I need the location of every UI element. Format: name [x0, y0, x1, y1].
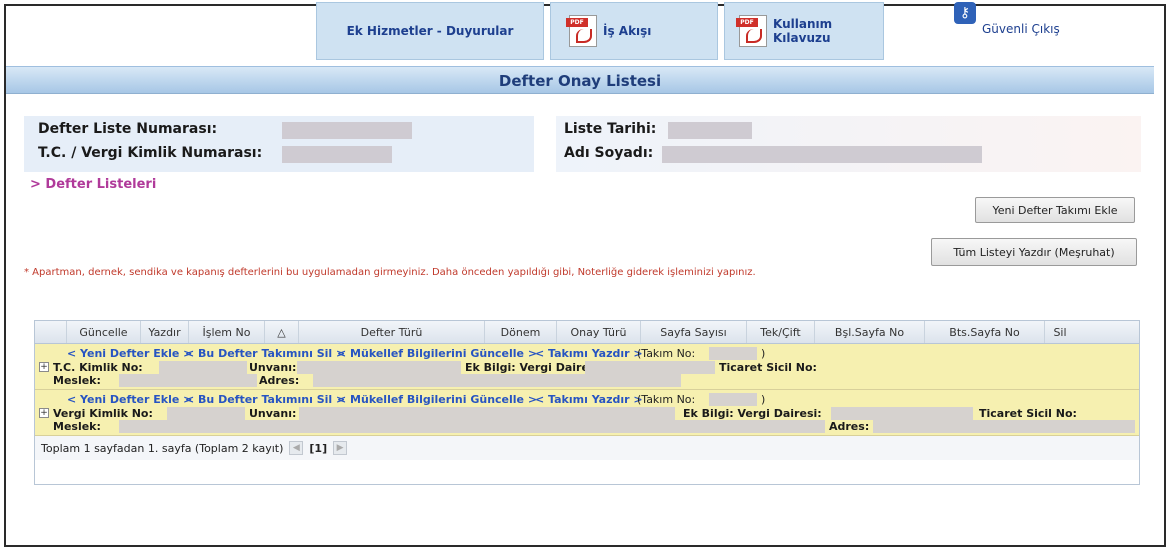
- pdf-icon: PDF: [736, 15, 767, 47]
- mukellef-guncelle-link[interactable]: < Mükellef Bilgilerini Güncelle >: [337, 347, 537, 360]
- grid-group-row: < Yeni Defter Ekle > < Bu Defter Takımın…: [35, 344, 1139, 390]
- meslek-redacted: [119, 374, 257, 387]
- meslek-redacted: [119, 420, 825, 433]
- col-donem[interactable]: Dönem: [485, 321, 557, 343]
- logout-link[interactable]: ⚷ Güvenli Çıkış: [954, 2, 1060, 36]
- tc-kimlik-label: T.C. Kimlik No:: [53, 361, 143, 374]
- tc-label: T.C. / Vergi Kimlik Numarası:: [38, 145, 263, 161]
- ticaret-sicil-label: Ticaret Sicil No:: [979, 407, 1077, 420]
- grid-expand-col: [35, 321, 67, 343]
- yeni-defter-ekle-link[interactable]: < Yeni Defter Ekle >: [67, 393, 192, 406]
- col-defter-turu[interactable]: Defter Türü: [299, 321, 485, 343]
- unvan-redacted: [297, 361, 461, 374]
- defter-grid: Güncelle Yazdır İşlem No △ Defter Türü D…: [34, 320, 1140, 485]
- pdf-icon: PDF: [566, 15, 597, 47]
- col-islem-no[interactable]: İşlem No: [189, 321, 265, 343]
- unvan-label: Unvanı:: [249, 361, 297, 374]
- defter-listeleri-link[interactable]: > Defter Listeleri: [30, 177, 156, 192]
- info-panel-right: Liste Tarihi: Adı Soyadı:: [556, 116, 1141, 172]
- warning-text: * Apartman, dernek, sendika ve kapanış d…: [24, 267, 756, 278]
- takim-no-close: ): [761, 393, 766, 406]
- next-page-icon[interactable]: ▶: [333, 441, 348, 455]
- adres-label: Adres:: [829, 420, 870, 433]
- unvan-redacted: [299, 407, 675, 420]
- ek-bilgi-label: Ek Bilgi: Vergi Dairesi:: [465, 361, 604, 374]
- logout-label: Güvenli Çıkış: [982, 22, 1060, 36]
- liste-tarihi-label: Liste Tarihi:: [564, 121, 657, 137]
- liste-no-value-redacted: [282, 122, 412, 139]
- takim-yazdir-link[interactable]: < Takımı Yazdır >: [535, 393, 643, 406]
- col-yazdir[interactable]: Yazdır: [141, 321, 189, 343]
- col-tek-cift[interactable]: Tek/Çift: [747, 321, 815, 343]
- adi-soyadi-label: Adı Soyadı:: [564, 145, 654, 161]
- nav-kullanim-kilavuzu[interactable]: PDF Kullanım Kılavuzu: [724, 2, 884, 60]
- col-guncelle[interactable]: Güncelle: [67, 321, 141, 343]
- grid-group-row: < Yeni Defter Ekle > < Bu Defter Takımın…: [35, 390, 1139, 436]
- nav-ek-hizmetler-label: Ek Hizmetler - Duyurular: [346, 24, 514, 38]
- takim-yazdir-link[interactable]: < Takımı Yazdır >: [535, 347, 643, 360]
- pager-summary: Toplam 1 sayfadan 1. sayfa (Toplam 2 kay…: [41, 441, 284, 455]
- adi-soyadi-value-redacted: [662, 146, 982, 163]
- col-onay-turu[interactable]: Onay Türü: [557, 321, 641, 343]
- info-panel-left: Defter Liste Numarası: T.C. / Vergi Kiml…: [24, 116, 534, 172]
- takim-no-close: ): [761, 347, 766, 360]
- adres-redacted: [873, 420, 1135, 433]
- col-sil[interactable]: Sil: [1045, 321, 1075, 343]
- takim-no-redacted: [709, 393, 757, 406]
- col-sayfa-sayisi[interactable]: Sayfa Sayısı: [641, 321, 747, 343]
- sort-asc-icon[interactable]: △: [265, 321, 299, 343]
- yeni-defter-ekle-link[interactable]: < Yeni Defter Ekle >: [67, 347, 192, 360]
- col-bsl-sayfa-no[interactable]: Bşl.Sayfa No: [815, 321, 925, 343]
- meslek-label: Meslek:: [53, 420, 101, 433]
- takim-no-redacted: [709, 347, 757, 360]
- nav-ek-hizmetler[interactable]: Ek Hizmetler - Duyurular: [316, 2, 544, 60]
- ek-bilgi-label: Ek Bilgi: Vergi Dairesi:: [683, 407, 822, 420]
- mukellef-guncelle-link[interactable]: < Mükellef Bilgilerini Güncelle >: [337, 393, 537, 406]
- nav-is-akisi[interactable]: PDF İş Akışı: [550, 2, 718, 60]
- print-all-button[interactable]: Tüm Listeyi Yazdır (Meşruhat): [931, 238, 1137, 266]
- vergi-dairesi-redacted: [585, 361, 715, 374]
- tc-value-redacted: [282, 146, 392, 163]
- liste-no-label: Defter Liste Numarası:: [38, 121, 218, 137]
- expand-icon[interactable]: +: [39, 408, 49, 418]
- nav-kullanim-label: Kullanım Kılavuzu: [773, 17, 833, 45]
- key-icon: ⚷: [954, 2, 976, 24]
- expand-icon[interactable]: +: [39, 362, 49, 372]
- prev-page-icon[interactable]: ◀: [289, 441, 304, 455]
- add-book-set-button[interactable]: Yeni Defter Takımı Ekle: [975, 197, 1135, 223]
- takim-sil-link[interactable]: < Bu Defter Takımını Sil >: [185, 393, 345, 406]
- adres-redacted: [313, 374, 681, 387]
- takim-no-label: (Takım No:: [637, 347, 696, 360]
- takim-sil-link[interactable]: < Bu Defter Takımını Sil >: [185, 347, 345, 360]
- unvan-label: Unvanı:: [249, 407, 297, 420]
- adres-label: Adres:: [259, 374, 300, 387]
- vergi-kimlik-label: Vergi Kimlik No:: [53, 407, 153, 420]
- ticaret-sicil-label: Ticaret Sicil No:: [719, 361, 817, 374]
- vergi-kimlik-redacted: [167, 407, 245, 420]
- page-number[interactable]: [1]: [309, 442, 327, 455]
- meslek-label: Meslek:: [53, 374, 101, 387]
- tc-kimlik-redacted: [159, 361, 247, 374]
- page-title: Defter Onay Listesi: [6, 66, 1154, 94]
- grid-header: Güncelle Yazdır İşlem No △ Defter Türü D…: [35, 321, 1139, 344]
- col-bts-sayfa-no[interactable]: Bts.Sayfa No: [925, 321, 1045, 343]
- liste-tarihi-value-redacted: [668, 122, 752, 139]
- top-nav: Ek Hizmetler - Duyurular PDF İş Akışı PD…: [316, 2, 890, 60]
- nav-is-akisi-label: İş Akışı: [603, 24, 652, 38]
- vergi-dairesi-redacted: [831, 407, 973, 420]
- grid-pager: Toplam 1 sayfadan 1. sayfa (Toplam 2 kay…: [35, 436, 1139, 460]
- takim-no-label: (Takım No:: [637, 393, 696, 406]
